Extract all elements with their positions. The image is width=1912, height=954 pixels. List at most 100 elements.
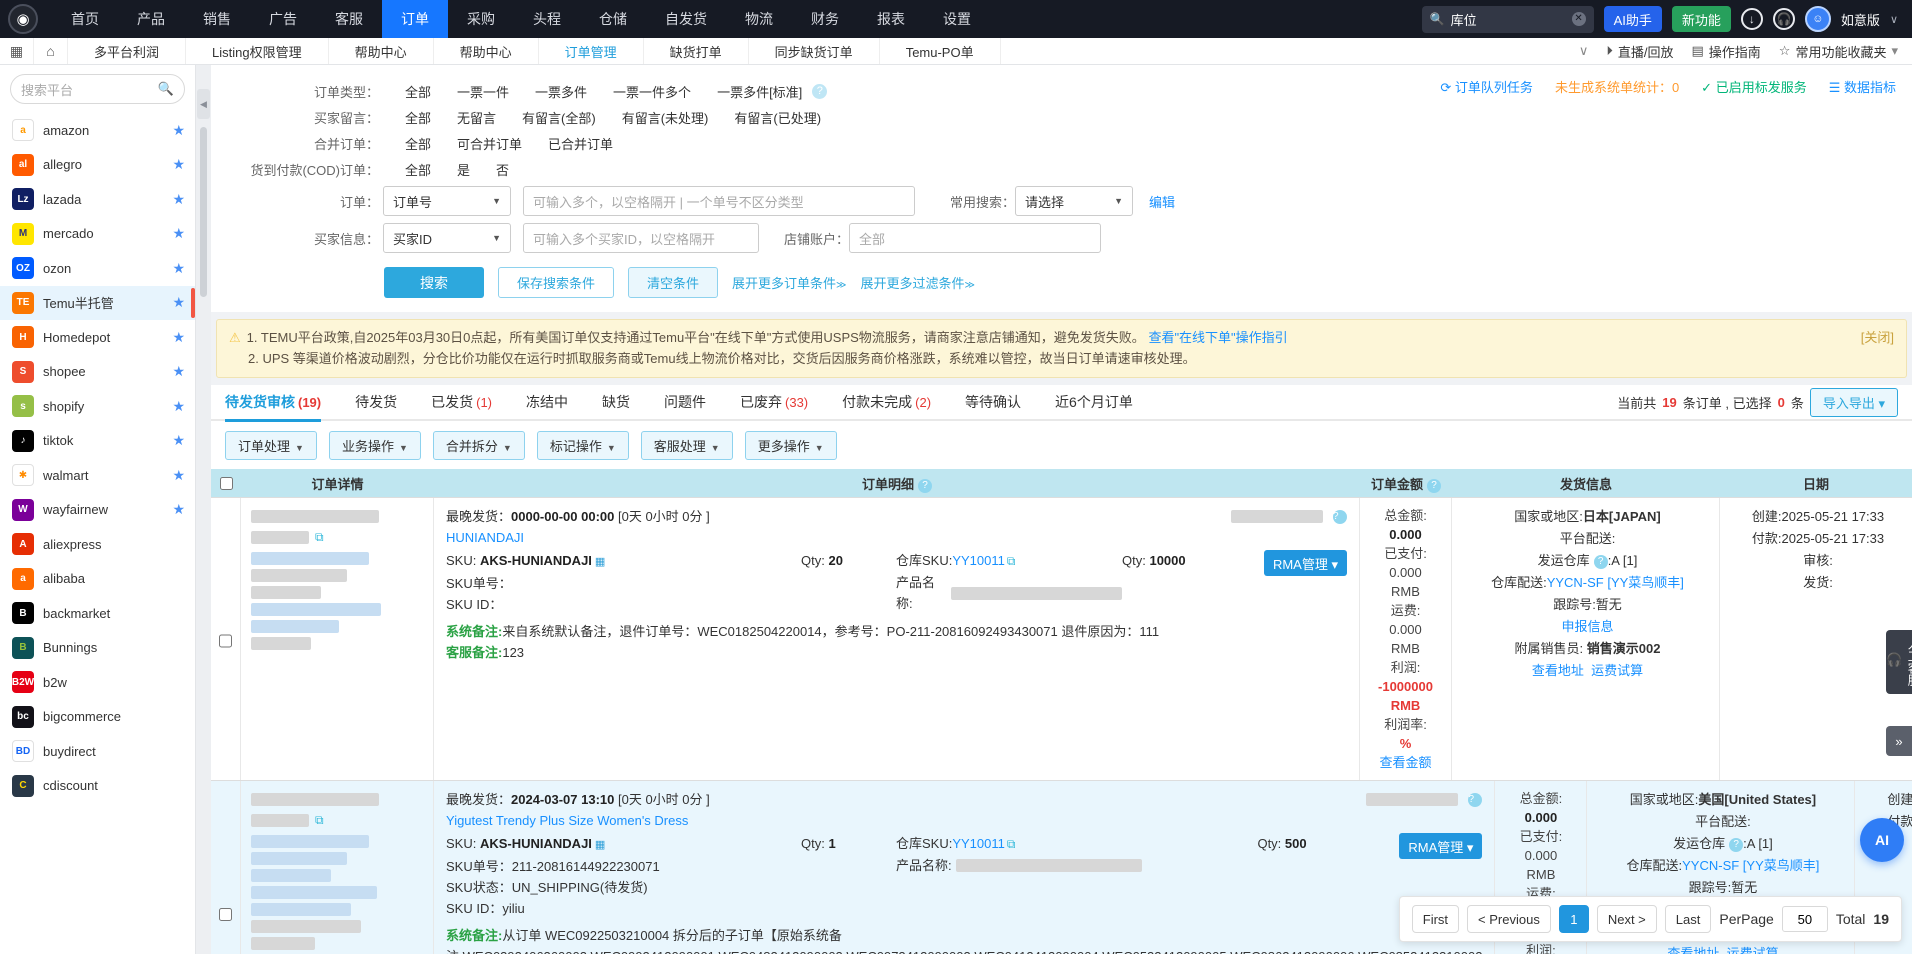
product-link[interactable]: Yigutest Trendy Plus Size Women's Dress xyxy=(446,813,688,828)
status-tab-等待确认[interactable]: 等待确认 xyxy=(965,384,1021,420)
row-checkbox[interactable] xyxy=(219,510,232,772)
favorite-star-icon[interactable]: ★ xyxy=(172,225,185,242)
download-icon[interactable]: ↓ xyxy=(1741,8,1763,30)
sidebar-platform-b2w[interactable]: B2Wb2w xyxy=(0,665,195,700)
sidebar-platform-amazon[interactable]: aamazon★ xyxy=(0,113,195,148)
perpage-input[interactable] xyxy=(1782,906,1828,932)
platform-search-input[interactable]: 搜索平台 🔍 xyxy=(10,74,185,104)
search-button[interactable]: 搜索 xyxy=(384,267,484,298)
filter-option[interactable]: 全部 xyxy=(405,160,431,179)
sidebar-platform-allegro[interactable]: alallegro★ xyxy=(0,148,195,183)
copy-icon[interactable]: ⧉ xyxy=(315,813,324,828)
status-tab-缺货[interactable]: 缺货 xyxy=(602,384,630,420)
apps-grid-icon[interactable]: ▦ xyxy=(0,38,34,64)
filter-option[interactable]: 全部 xyxy=(405,134,431,153)
last-page-button[interactable]: Last xyxy=(1665,905,1712,933)
favorite-star-icon[interactable]: ★ xyxy=(172,501,185,518)
filter-option[interactable]: 否 xyxy=(496,160,509,179)
open-tab-帮助中心[interactable]: 帮助中心 xyxy=(329,38,434,64)
close-notice-button[interactable]: [关闭] xyxy=(1861,327,1894,348)
sidebar-platform-ozon[interactable]: OZozon★ xyxy=(0,251,195,286)
nav-item-头程[interactable]: 头程 xyxy=(514,0,580,38)
view-amount-link[interactable]: 查看金额 xyxy=(1379,755,1431,770)
rma-manage-button[interactable]: RMA管理 ▾ xyxy=(1399,833,1482,859)
product-link[interactable]: HUNIANDAJI xyxy=(446,530,524,545)
sidebar-platform-shopee[interactable]: Sshopee★ xyxy=(0,355,195,390)
nav-item-仓储[interactable]: 仓储 xyxy=(580,0,646,38)
open-tab-多平台利润[interactable]: 多平台利润 xyxy=(68,38,186,64)
sidebar-platform-alibaba[interactable]: aalibaba xyxy=(0,562,195,597)
user-avatar[interactable]: ☺ xyxy=(1805,6,1831,32)
unsynced-orders-stat[interactable]: 未生成系统单统计：0 xyxy=(1555,77,1679,96)
chevron-down-icon[interactable]: ∨ xyxy=(1890,13,1898,26)
filter-option[interactable]: 一票多件[标准] xyxy=(717,82,802,101)
warehouse-sku-link[interactable]: YY10011 xyxy=(952,553,1005,568)
open-tab-同步缺货订单[interactable]: 同步缺货订单 xyxy=(749,38,880,64)
sidebar-platform-cdiscount[interactable]: Ccdiscount xyxy=(0,769,195,804)
status-tab-已发货[interactable]: 已发货(1) xyxy=(431,384,492,420)
sidebar-platform-wayfairnew[interactable]: Wwayfairnew★ xyxy=(0,493,195,528)
filter-option[interactable]: 无留言 xyxy=(457,108,496,127)
next-page-button[interactable]: Next > xyxy=(1597,905,1657,933)
sidebar-scrollbar[interactable] xyxy=(200,127,207,297)
filter-option[interactable]: 全部 xyxy=(405,82,431,101)
status-tab-已废弃[interactable]: 已废弃(33) xyxy=(740,384,808,420)
open-tab-订单管理[interactable]: 订单管理 xyxy=(539,38,644,64)
nav-item-销售[interactable]: 销售 xyxy=(184,0,250,38)
filter-option[interactable]: 可合并订单 xyxy=(457,134,522,153)
nav-item-报表[interactable]: 报表 xyxy=(858,0,924,38)
label-service-flag[interactable]: ✓ 已启用标发服务 xyxy=(1701,77,1807,96)
copy-icon[interactable]: ⧉ xyxy=(315,530,324,545)
sidebar-platform-backmarket[interactable]: Bbackmarket xyxy=(0,596,195,631)
open-tab-帮助中心[interactable]: 帮助中心 xyxy=(434,38,539,64)
nav-item-首页[interactable]: 首页 xyxy=(52,0,118,38)
status-tab-问题件[interactable]: 问题件 xyxy=(664,384,706,420)
warehouse-sku-link[interactable]: YY10011 xyxy=(952,836,1005,851)
nav-item-自发货[interactable]: 自发货 xyxy=(646,0,726,38)
sidebar-platform-bigcommerce[interactable]: bcbigcommerce xyxy=(0,700,195,735)
filter-option[interactable]: 有留言(未处理) xyxy=(622,108,709,127)
view-address-link[interactable]: 查看地址 xyxy=(1532,663,1584,678)
new-features-button[interactable]: 新功能 xyxy=(1672,6,1731,32)
human-service-tab[interactable]: 🎧 人工客服 xyxy=(1886,630,1912,694)
nav-item-产品[interactable]: 产品 xyxy=(118,0,184,38)
warehouse-delivery-link[interactable]: YYCN-SF [YY菜鸟顺丰] xyxy=(1682,858,1819,873)
action-button-更多操作[interactable]: 更多操作▼ xyxy=(745,431,837,460)
open-tab-Listing权限管理[interactable]: Listing权限管理 xyxy=(186,38,329,64)
help-icon[interactable]: ? xyxy=(1333,510,1347,524)
nav-item-订单[interactable]: 订单 xyxy=(382,0,448,38)
filter-option[interactable]: 是 xyxy=(457,160,470,179)
warehouse-delivery-link[interactable]: YYCN-SF [YY菜鸟顺丰] xyxy=(1547,575,1684,590)
filter-option[interactable]: 有留言(全部) xyxy=(522,108,596,127)
filter-option[interactable]: 一票一件多个 xyxy=(613,82,691,101)
order-queue-tasks-link[interactable]: ⟳ 订单队列任务 xyxy=(1440,77,1533,96)
filter-option[interactable]: 有留言(已处理) xyxy=(734,108,821,127)
favorite-star-icon[interactable]: ★ xyxy=(172,156,185,173)
clear-conditions-button[interactable]: 清空条件 xyxy=(628,267,718,298)
collapse-sidebar-handle[interactable]: ◀ xyxy=(197,89,210,119)
home-icon[interactable]: ⌂ xyxy=(34,38,68,64)
ai-float-button[interactable]: AI xyxy=(1860,818,1904,862)
online-order-guide-link[interactable]: 查看"在线下单"操作指引 xyxy=(1148,330,1287,345)
order-type-select[interactable]: 订单号▼ xyxy=(383,186,511,216)
headset-icon[interactable]: 🎧 xyxy=(1773,8,1795,30)
help-icon[interactable]: ? xyxy=(1468,793,1482,807)
save-search-button[interactable]: 保存搜索条件 xyxy=(498,267,614,298)
nav-item-设置[interactable]: 设置 xyxy=(924,0,990,38)
open-tab-缺货打单[interactable]: 缺货打单 xyxy=(644,38,749,64)
sidebar-platform-shopify[interactable]: sshopify★ xyxy=(0,389,195,424)
first-page-button[interactable]: First xyxy=(1412,905,1459,933)
nav-item-客服[interactable]: 客服 xyxy=(316,0,382,38)
favorite-star-icon[interactable]: ★ xyxy=(172,122,185,139)
app-logo-icon[interactable]: ◉ xyxy=(8,4,38,34)
rma-manage-button[interactable]: RMA管理 ▾ xyxy=(1264,550,1347,576)
data-metrics-link[interactable]: ☰ 数据指标 xyxy=(1829,77,1896,96)
filter-option[interactable]: 一票多件 xyxy=(535,82,587,101)
status-tab-付款未完成[interactable]: 付款未完成(2) xyxy=(842,384,931,420)
buyer-id-input[interactable]: 可输入多个买家ID，以空格隔开 xyxy=(523,223,759,253)
help-icon[interactable]: ? xyxy=(812,84,827,99)
sidebar-platform-buydirect[interactable]: BDbuydirect xyxy=(0,734,195,769)
sidebar-platform-Temu半托管[interactable]: TETemu半托管★ xyxy=(0,286,195,321)
sku-grid-icon[interactable]: ▦ xyxy=(595,556,605,568)
declare-info-link[interactable]: 申报信息 xyxy=(1561,619,1613,634)
